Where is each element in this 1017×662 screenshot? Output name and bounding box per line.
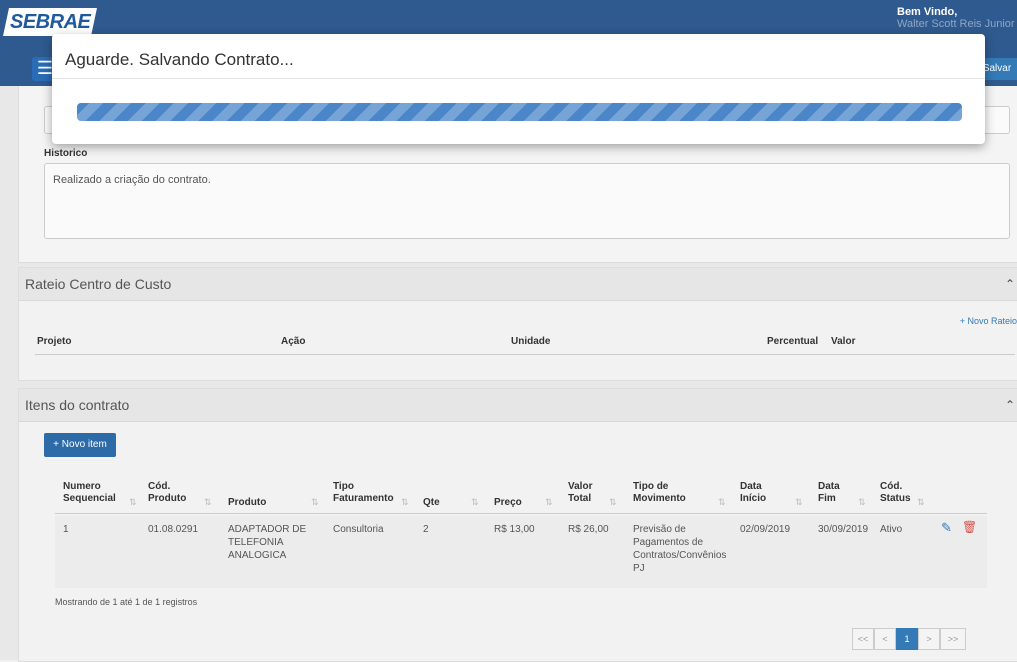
saving-modal: Aguarde. Salvando Contrato...	[52, 34, 985, 144]
progress-bar	[77, 103, 962, 121]
modal-title: Aguarde. Salvando Contrato...	[52, 34, 985, 79]
modal-overlay: Aguarde. Salvando Contrato...	[0, 0, 1017, 660]
